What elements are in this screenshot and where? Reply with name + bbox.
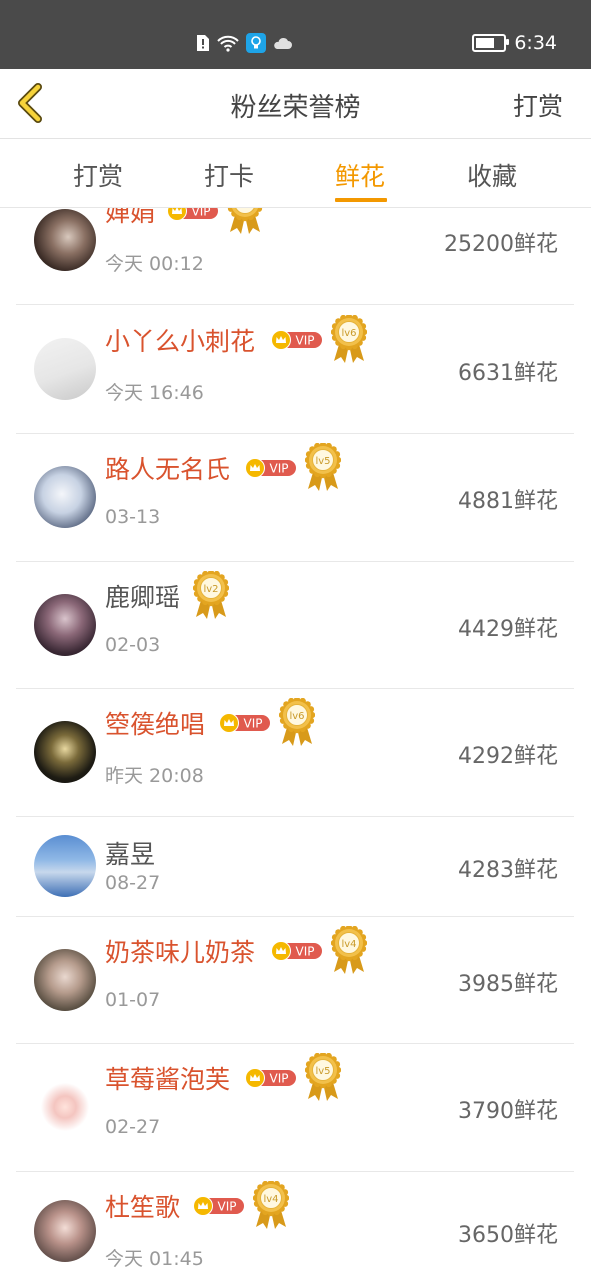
level-medal-text: lv4: [263, 1194, 278, 1205]
avatar[interactable]: [34, 209, 96, 271]
avatar[interactable]: [34, 1200, 96, 1262]
flower-count: 3985鲜花: [458, 972, 558, 997]
user-name: 草莓酱泡芙: [105, 1065, 231, 1094]
avatar[interactable]: [34, 949, 96, 1011]
vip-badge-text: VIP: [296, 945, 315, 959]
page-title: 粉丝荣誉榜: [230, 93, 361, 123]
list-item[interactable]: 箜篌绝唱 VIP lv6 昨天 20:08 4292鲜花: [16, 688, 574, 817]
tab-bar: 打赏 打卡 鲜花 收藏: [0, 139, 591, 208]
level-medal-icon: lv6: [279, 698, 315, 746]
status-right: 6:34: [472, 32, 557, 54]
active-tab-indicator: [335, 198, 387, 202]
app-notification-icon: [246, 33, 266, 53]
list-item[interactable]: 鹿卿瑶 lv2 02-03 4429鲜花: [16, 561, 574, 689]
level-medal-text: lv6: [289, 711, 304, 722]
avatar[interactable]: [34, 721, 96, 783]
avatar[interactable]: [34, 835, 96, 897]
level-medal-text: lv5: [237, 208, 252, 210]
status-bar: 6:34: [0, 0, 591, 69]
user-name: 杜笙歌: [105, 1193, 181, 1222]
level-medal-text: lv6: [341, 328, 356, 339]
level-medal-icon: lv5: [227, 208, 263, 234]
timestamp: 03-13: [105, 506, 161, 528]
vip-badge: VIP: [271, 330, 322, 350]
user-name: 箜篌绝唱: [105, 710, 206, 739]
timestamp: 02-03: [105, 634, 161, 656]
tab-checkin[interactable]: 打卡: [204, 157, 254, 193]
list-item[interactable]: 杜笙歌 VIP lv4 今天 01:45 3650鲜花: [16, 1171, 574, 1280]
list-item[interactable]: 路人无名氏 VIP lv5 03-13 4881鲜花: [16, 433, 574, 562]
tab-favorites[interactable]: 收藏: [467, 157, 517, 193]
vip-badge: VIP: [219, 713, 270, 733]
tab-flowers[interactable]: 鲜花: [335, 157, 385, 193]
avatar[interactable]: [34, 1076, 96, 1138]
status-icons: [196, 33, 292, 53]
flower-count: 25200鲜花: [444, 232, 558, 257]
list-item[interactable]: 婵娟 VIP lv5 今天 00:12 25200鲜花: [16, 208, 574, 305]
user-name: 鹿卿瑶: [105, 583, 181, 612]
timestamp: 01-07: [105, 989, 161, 1011]
flower-count: 4292鲜花: [458, 744, 558, 769]
vip-badge: VIP: [245, 1068, 296, 1088]
battery-icon: [472, 34, 510, 52]
sim-alert-icon: [197, 35, 209, 51]
user-name: 小丫么小刺花: [105, 327, 256, 356]
timestamp: 今天 01:45: [105, 1248, 204, 1270]
list-item[interactable]: 小丫么小刺花 VIP lv6 今天 16:46 6631鲜花: [16, 305, 574, 434]
fan-ranking-list[interactable]: 婵娟 VIP lv5 今天 00:12 25200鲜花小丫么小刺花 VIP lv6 今天 16…: [0, 208, 591, 1280]
flower-count: 3790鲜花: [458, 1099, 558, 1124]
level-medal-icon: lv5: [305, 1053, 341, 1101]
level-medal-icon: lv4: [331, 926, 367, 974]
user-name: 婵娟: [105, 208, 156, 227]
vip-badge-text: VIP: [192, 208, 211, 219]
level-medal-icon: lv2: [193, 571, 229, 619]
timestamp: 今天 00:12: [105, 253, 204, 275]
timestamp: 昨天 20:08: [105, 765, 204, 787]
level-medal-icon: lv6: [331, 315, 367, 363]
avatar[interactable]: [34, 338, 96, 400]
list-item[interactable]: 草莓酱泡芙 VIP lv5 02-27 3790鲜花: [16, 1043, 574, 1172]
timestamp: 02-27: [105, 1116, 161, 1138]
user-name: 奶茶味儿奶茶: [105, 938, 256, 967]
vip-badge: VIP: [271, 941, 322, 961]
vip-badge-text: VIP: [218, 1200, 237, 1214]
list-item[interactable]: 嘉昱 08-27 4283鲜花: [16, 816, 574, 917]
flower-count: 3650鲜花: [458, 1223, 558, 1248]
vip-badge: VIP: [167, 208, 218, 221]
level-medal-text: lv2: [203, 584, 218, 595]
level-medal-text: lv5: [315, 456, 330, 467]
timestamp: 08-27: [105, 872, 161, 894]
avatar[interactable]: [34, 594, 96, 656]
level-medal-icon: lv4: [253, 1181, 289, 1229]
reward-button[interactable]: 打赏: [513, 87, 563, 123]
clock: 6:34: [514, 32, 557, 54]
avatar[interactable]: [34, 466, 96, 528]
flower-count: 6631鲜花: [458, 361, 558, 386]
vip-badge-text: VIP: [270, 462, 289, 476]
flower-count: 4429鲜花: [458, 617, 558, 642]
nav-bar: 粉丝荣誉榜 打赏: [0, 69, 591, 139]
vip-badge: VIP: [245, 458, 296, 478]
wifi-icon: [217, 35, 239, 52]
vip-badge-text: VIP: [270, 1072, 289, 1086]
user-name: 路人无名氏: [105, 455, 231, 484]
flower-count: 4881鲜花: [458, 489, 558, 514]
tab-reward[interactable]: 打赏: [73, 157, 123, 193]
flower-count: 4283鲜花: [458, 858, 558, 883]
user-name: 嘉昱: [105, 840, 156, 869]
vip-badge-text: VIP: [244, 717, 263, 731]
timestamp: 今天 16:46: [105, 382, 204, 404]
vip-badge-text: VIP: [296, 334, 315, 348]
level-medal-text: lv5: [315, 1066, 330, 1077]
level-medal-text: lv4: [341, 939, 356, 950]
list-item[interactable]: 奶茶味儿奶茶 VIP lv4 01-07 3985鲜花: [16, 916, 574, 1044]
level-medal-icon: lv5: [305, 443, 341, 491]
cloud-icon: [274, 37, 292, 49]
vip-badge: VIP: [193, 1196, 244, 1216]
